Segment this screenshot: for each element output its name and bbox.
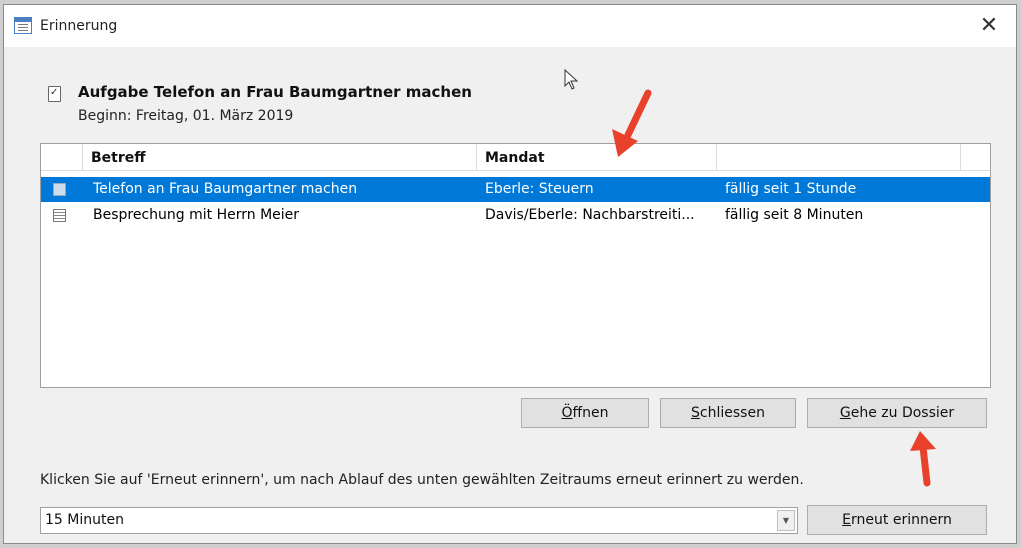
item-due: fällig seit 8 Minuten (725, 207, 864, 223)
snooze-hint: Klicken Sie auf 'Erneut erinnern', um na… (40, 472, 804, 488)
window-title: Erinnerung (40, 18, 118, 34)
item-subject: Besprechung mit Herrn Meier (93, 207, 300, 223)
column-header-due[interactable] (717, 144, 961, 170)
title-bar[interactable]: Erinnerung ✕ (4, 5, 1016, 47)
column-header-mandat[interactable]: Mandat (477, 144, 717, 170)
reminder-list[interactable]: Betreff Mandat Telefon an Frau Baumgartn… (40, 143, 991, 388)
reminder-dialog: Erinnerung ✕ Aufgabe Telefon an Frau Bau… (3, 4, 1017, 544)
annotation-arrow-icon (612, 89, 652, 157)
item-mandat: Davis/Eberle: Nachbarstreiti... (485, 207, 695, 223)
item-subject: Telefon an Frau Baumgartner machen (93, 181, 358, 197)
item-mandat: Eberle: Steuern (485, 181, 594, 197)
snooze-duration-select[interactable]: 15 Minuten ▼ (40, 507, 798, 534)
icon-column-header (41, 144, 83, 170)
chevron-down-icon[interactable]: ▼ (777, 510, 795, 531)
snooze-button[interactable]: Erneut erinnern (807, 505, 987, 535)
list-item[interactable]: Besprechung mit Herrn Meier Davis/Eberle… (41, 203, 990, 228)
close-icon[interactable]: ✕ (974, 11, 1004, 41)
item-due: fällig seit 1 Stunde (725, 181, 857, 197)
reminder-start: Beginn: Freitag, 01. März 2019 (78, 108, 294, 124)
reminder-app-icon (14, 17, 32, 34)
calendar-icon (53, 209, 66, 222)
snooze-duration-value: 15 Minuten (45, 512, 124, 528)
list-item[interactable]: Telefon an Frau Baumgartner machen Eberl… (41, 177, 990, 202)
open-button[interactable]: Öffnen (521, 398, 649, 428)
reminder-subject: Aufgabe Telefon an Frau Baumgartner mach… (78, 83, 472, 101)
list-header: Betreff Mandat (41, 144, 990, 171)
annotation-arrow-icon (910, 431, 936, 487)
go-to-dossier-button[interactable]: Gehe zu Dossier (807, 398, 987, 428)
close-button[interactable]: Schliessen (660, 398, 796, 428)
task-icon (53, 183, 66, 196)
mouse-cursor-icon (564, 69, 579, 90)
column-header-betreff[interactable]: Betreff (83, 144, 477, 170)
task-icon (48, 86, 61, 102)
